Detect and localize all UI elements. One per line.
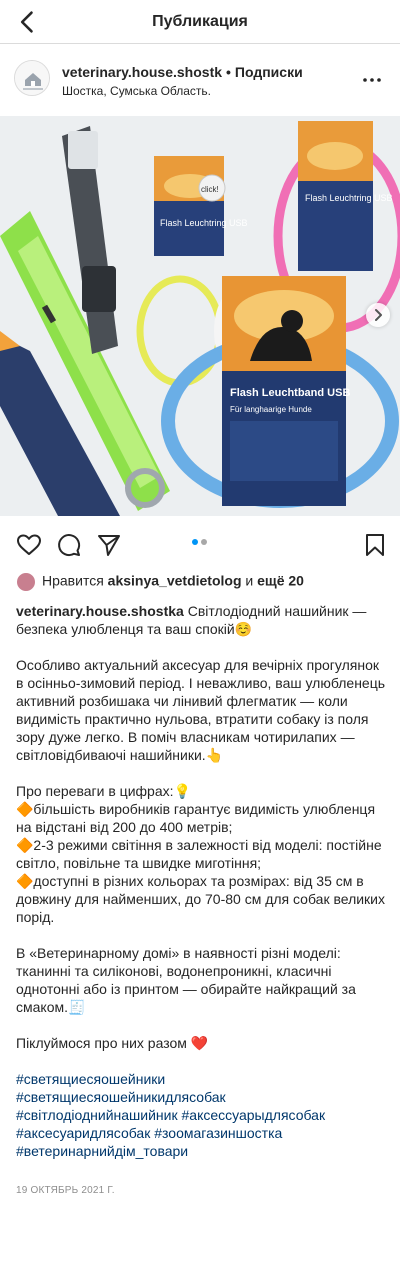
page-title: Публикация (152, 13, 248, 30)
caption-first-paragraph: veterinary.house.shostka Світлодіодний н… (16, 602, 386, 638)
carousel-next-button[interactable] (366, 303, 390, 327)
box-small-brand-text: Flash Leuchtring USB (160, 218, 248, 228)
liker-username[interactable]: aksinya_vetdietolog (108, 573, 242, 589)
caption-paragraph: Піклуймося про них разом ❤️ (16, 1035, 209, 1051)
chevron-right-icon (375, 309, 382, 321)
avatar[interactable] (14, 60, 50, 96)
post-header: veterinary.house.shostka• Подписки Шостка… (0, 44, 400, 116)
caption-username[interactable]: veterinary.house.shostka (16, 603, 184, 619)
hashtag-link[interactable]: #ветеринарнийдім_товари (16, 1142, 386, 1160)
post-actions (0, 520, 400, 568)
separator-dot: • (226, 64, 231, 80)
caption-bullet: 🔶більшість виробників гарантує видимість… (16, 801, 376, 835)
share-icon[interactable] (96, 532, 122, 558)
carousel-dot-active (192, 539, 198, 545)
location-link[interactable]: Шостка, Сумська Область. (62, 84, 211, 98)
username-line: veterinary.house.shostka• Подписки (62, 64, 303, 80)
svg-text:click!: click! (201, 185, 219, 194)
caption-paragraph: Особливо актуальний аксесуар для вечірні… (16, 657, 386, 763)
post-date: 19 ОКТЯБРЬ 2021 Г. (16, 1185, 115, 1196)
likes-prefix: Нравится (42, 572, 104, 589)
carousel-dot (201, 539, 207, 545)
caption-bullet: 🔶доступні в різних кольорах та розмірах:… (16, 873, 386, 925)
comment-icon[interactable] (56, 532, 82, 558)
main-package-box: Flash Leuchtband USB Für langhaarige Hun… (222, 276, 350, 506)
click-badge: click! (198, 174, 226, 202)
caption-bullet: 🔶2-3 режими світіння в залежності від мо… (16, 837, 382, 871)
box-small2-brand-text: Flash Leuchtring USB (305, 193, 393, 203)
box-main-sub-text: Für langhaarige Hunde (230, 405, 312, 414)
post-caption: veterinary.house.shostka Світлодіодний н… (16, 602, 386, 1160)
hashtag-link[interactable]: #светящиесяошейникидлясобак (16, 1088, 386, 1106)
heart-icon[interactable] (16, 532, 42, 558)
more-options-icon[interactable] (362, 72, 382, 88)
caption-paragraph-title: Про переваги в цифрах:💡 (16, 783, 191, 799)
hashtag-link[interactable]: #світлодіоднийнашийник #аксессуарыдлясоб… (16, 1106, 386, 1124)
product-photo-illustration: Flash Leuchtring USB Flash Leuchtring US… (0, 116, 400, 516)
follow-button[interactable]: Подписки (235, 64, 303, 80)
house-logo-icon (15, 61, 49, 95)
caption-paragraph: В «Ветеринарному домі» в наявності різні… (16, 945, 356, 1015)
liker-avatar[interactable] (16, 572, 36, 592)
post-photo[interactable]: Flash Leuchtring USB Flash Leuchtring US… (0, 116, 400, 516)
hashtag-link[interactable]: #аксесуаридлясобак #зоомагазиншостка (16, 1124, 386, 1142)
hashtag-link[interactable]: #светящиесяошейники (16, 1070, 386, 1088)
likes-count-link[interactable]: ещё 20 (257, 573, 304, 589)
carousel-indicator (192, 532, 210, 550)
box-main-brand-text: Flash Leuchtband USB (230, 387, 350, 399)
top-bar: Публикация (0, 0, 400, 44)
likes-middle: и (245, 572, 254, 589)
bookmark-icon[interactable] (362, 532, 388, 558)
likes-line: Нравится aksinya_vetdietolog и ещё 20 (16, 572, 304, 594)
username[interactable]: veterinary.house.shostka (62, 64, 222, 80)
